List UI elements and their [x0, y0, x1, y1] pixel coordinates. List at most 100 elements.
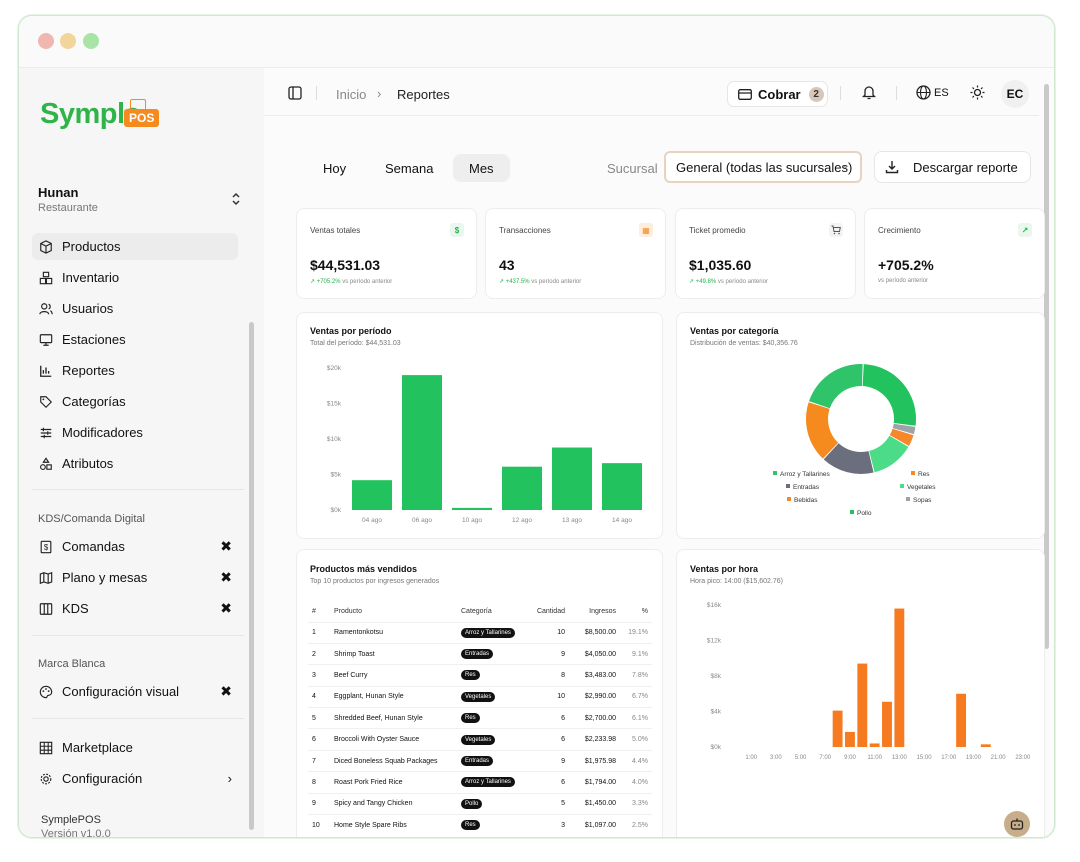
top-products-table: # Producto Categoría Cantidad Ingresos %… — [308, 602, 652, 836]
cell-rank: 7 — [308, 749, 330, 772]
section-title-marca-blanca: Marca Blanca — [38, 658, 106, 670]
sidebar-item-inventario[interactable]: Inventario — [32, 264, 238, 291]
chart-card-ventas-hora: Ventas por hora Hora pico: 14:00 ($15,60… — [676, 549, 1045, 837]
cell-percent: 4.4% — [620, 749, 652, 772]
period-semana[interactable]: Semana — [369, 154, 449, 182]
trending-up-icon: ↗ — [1018, 223, 1032, 237]
sidebar-divider — [32, 489, 244, 490]
x-tick-label: 06 ago — [412, 517, 432, 524]
topbar-separator — [896, 86, 897, 100]
close-window-button[interactable] — [38, 33, 54, 49]
printer-icon — [130, 99, 146, 109]
table-row: 4 Eggplant, Hunan Style Vegetales 10 $2,990.… — [308, 685, 652, 708]
kpi-card-ticket-promedio: Ticket promedio $1,035.60 ↗ +49.8% vs pe… — [675, 208, 856, 299]
sidebar-item-modificadores[interactable]: Modificadores — [32, 419, 238, 446]
sidebar-item-configuracion[interactable]: Configuración › — [32, 765, 238, 792]
kpi-delta: ↗ +705.2% vs período anterior — [310, 278, 392, 285]
users-icon — [38, 301, 54, 317]
category-badge: Vegetales — [461, 734, 496, 745]
column-header: % — [641, 608, 648, 616]
legend-label: Entradas — [793, 484, 820, 491]
cell-rank: 6 — [308, 728, 330, 751]
branch-select[interactable]: General (todas las sucursales) ⌄ — [664, 151, 862, 183]
cell-rank: 2 — [308, 642, 330, 665]
kpi-delta-value: ↗ +49.8% — [689, 279, 717, 285]
x-tick-label: 9:00 — [844, 755, 856, 761]
kpi-delta-text: vs período anterior — [716, 279, 768, 285]
category-badge: Res — [461, 820, 480, 831]
bell-icon[interactable] — [861, 85, 877, 105]
user-avatar[interactable]: EC — [1001, 80, 1029, 108]
category-badge: Entradas — [461, 649, 494, 660]
bar — [857, 663, 868, 747]
x-tick-label: 17:00 — [941, 755, 957, 761]
sidebar-item-usuarios[interactable]: Usuarios — [32, 295, 238, 322]
cell-revenue: $1,794.00 — [569, 771, 620, 794]
sidebar-item-configuracion-visual[interactable]: Configuración visual ✖ — [32, 678, 238, 705]
sidebar-item-label: Configuración visual — [62, 684, 180, 699]
cell-percent: 3.3% — [620, 792, 652, 815]
section-title-kds: KDS/Comanda Digital — [38, 513, 145, 525]
sidebar-item-kds[interactable]: KDS ✖ — [32, 595, 238, 622]
sidebar-item-label: Atributos — [62, 456, 114, 471]
bar — [602, 463, 642, 510]
globe-icon — [916, 85, 931, 100]
y-tick-label: $12k — [707, 638, 722, 645]
cell-revenue: $2,700.00 — [569, 707, 620, 729]
topbar-separator — [316, 86, 317, 100]
columns-icon — [38, 601, 54, 617]
y-tick-label: $4k — [711, 709, 722, 716]
x-tick-label: 7:00 — [819, 755, 831, 761]
kpi-delta-text: vs período anterior — [529, 279, 582, 285]
legend-swatch — [911, 471, 915, 475]
chevron-up-down-icon[interactable] — [231, 192, 241, 209]
sidebar-item-categorias[interactable]: Categorías — [32, 388, 238, 415]
cell-product: Spicy and Tangy Chicken — [330, 792, 457, 815]
org-switcher[interactable]: Hunan Restaurante — [38, 185, 98, 214]
sidebar-item-atributos[interactable]: Atributos — [32, 450, 238, 477]
sidebar-item-plano-y-mesas[interactable]: Plano y mesas ✖ — [32, 564, 238, 591]
bar — [869, 743, 880, 747]
cell-revenue: $2,990.00 — [569, 685, 620, 708]
legend-swatch — [786, 484, 790, 488]
sidebar-item-marketplace[interactable]: Marketplace — [32, 734, 238, 761]
kpi-value: +705.2% — [878, 257, 934, 273]
minimize-window-button[interactable] — [60, 33, 76, 49]
shapes-icon — [38, 456, 54, 472]
language-selector[interactable]: ES — [916, 85, 949, 100]
cell-rank: 5 — [308, 707, 330, 729]
legend-label: Bebidas — [794, 497, 818, 504]
sidebar-item-reportes[interactable]: Reportes — [32, 357, 238, 384]
kpi-value: 43 — [499, 257, 515, 273]
pie-slice — [808, 364, 863, 409]
toggle-sidebar-icon[interactable] — [288, 86, 302, 105]
download-icon — [885, 161, 899, 174]
sidebar-item-estaciones[interactable]: Estaciones — [32, 326, 238, 353]
period-mes[interactable]: Mes — [453, 154, 510, 182]
assistant-bot-button[interactable] — [1004, 811, 1030, 837]
kpi-delta-value: ↗ +437.5% — [499, 279, 530, 285]
cell-revenue: $1,975.98 — [569, 749, 620, 772]
cobrar-button[interactable]: Cobrar 2 — [727, 81, 828, 107]
sidebar-scrollbar[interactable] — [249, 322, 254, 830]
sun-icon[interactable] — [970, 85, 985, 105]
breadcrumb-home[interactable]: Inicio — [336, 87, 366, 102]
cart-icon — [829, 223, 843, 237]
footer-version: Versión v1.0.0 — [41, 828, 111, 838]
org-type: Restaurante — [38, 202, 98, 214]
grid-icon — [38, 740, 54, 756]
cell-percent: 2.5% — [620, 814, 652, 836]
cell-rank: 4 — [308, 685, 330, 708]
download-report-button[interactable]: Descargar reporte — [874, 151, 1031, 183]
sidebar-item-productos[interactable]: Productos — [32, 233, 238, 260]
kpi-delta-text: vs período anterior — [340, 279, 393, 285]
brand-logo-tag: POS — [124, 109, 160, 127]
puzzle-icon: ✖ — [220, 538, 232, 554]
period-hoy[interactable]: Hoy — [307, 154, 362, 182]
legend-label: Arroz y Tallarines — [780, 471, 830, 478]
sidebar-item-comandas[interactable]: $ Comandas ✖ — [32, 533, 238, 560]
x-tick-label: 15:00 — [917, 755, 933, 761]
bar — [402, 375, 442, 510]
kpi-card-ventas-totales: Ventas totales $ $44,531.03 ↗ +705.2% vs… — [296, 208, 477, 299]
maximize-window-button[interactable] — [83, 33, 99, 49]
